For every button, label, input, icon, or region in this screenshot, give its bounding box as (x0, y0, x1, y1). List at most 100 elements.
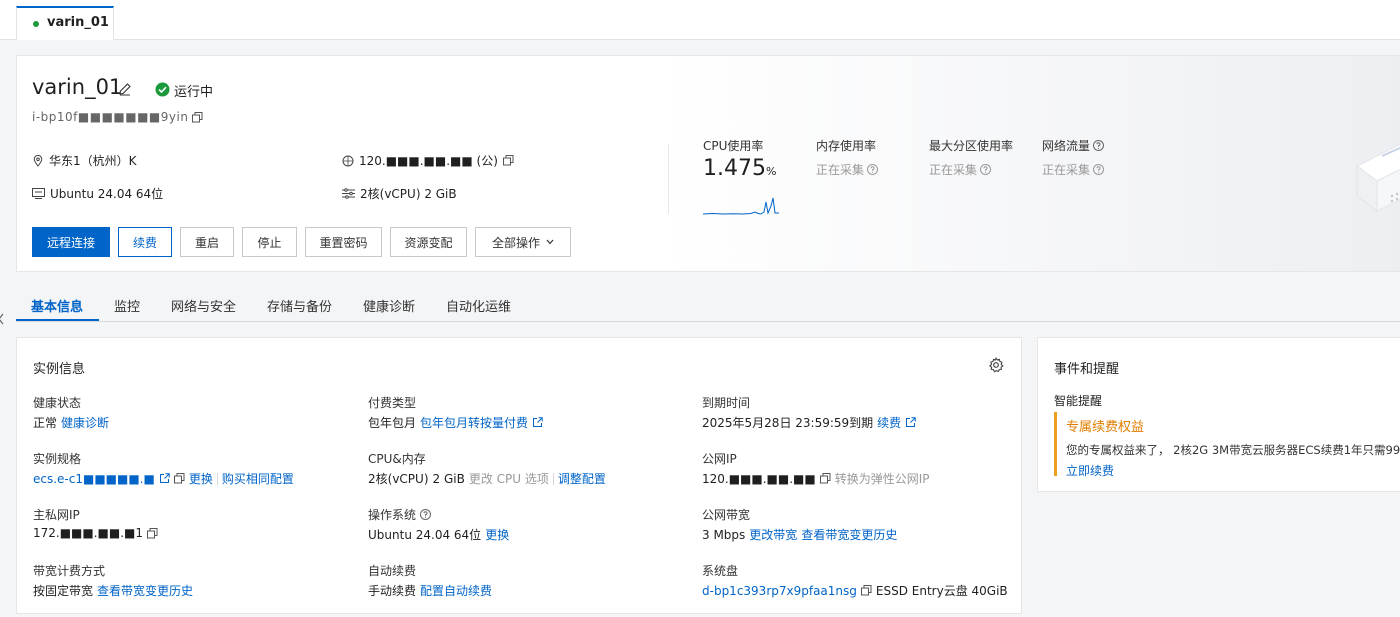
disk-usage-status-text: 正在采集 (929, 163, 978, 177)
disk-usage-status: 正在采集 (929, 161, 992, 178)
alert-title: 专属续费权益 (1066, 420, 1145, 435)
copy-icon[interactable] (173, 473, 185, 484)
network-traffic-status-text: 正在采集 (1042, 163, 1091, 177)
cpu-memory-label: CPU&内存 (368, 452, 426, 466)
network-traffic-status: 正在采集 (1042, 161, 1105, 178)
instance-spec-value: ecs.e-c1■■■■■.■ 更换 购买相同配置 (33, 470, 294, 487)
health-status-text: 正常 (33, 416, 58, 430)
adjust-config-link[interactable]: 调整配置 (558, 470, 606, 487)
disk-usage-label: 最大分区使用率 (929, 139, 1014, 153)
copy-ip-icon[interactable] (502, 155, 514, 166)
change-bandwidth-link[interactable]: 更改带宽 (749, 526, 797, 543)
memory-text: 2 GiB (432, 471, 465, 486)
private-ip-value: 172.■■■.■■.■1 (33, 526, 158, 540)
divider (216, 472, 218, 485)
system-disk-link[interactable]: d-bp1c393rp7x9pfaa1nsg (702, 584, 857, 598)
all-operations-label: 全部操作 (491, 235, 540, 250)
bandwidth-history-link[interactable]: 查看带宽变更历史 (801, 526, 897, 543)
system-disk-value: d-bp1c393rp7x9pfaa1nsg ESSD Entry云盘 40Gi… (702, 582, 1008, 599)
change-cpu-options-disabled: 更改 CPU 选项 (468, 472, 549, 486)
change-spec-button[interactable]: 资源变配 (390, 227, 467, 257)
ip-row: 120.■■■.■■.■■ (公) (342, 152, 514, 169)
spec-sliders-icon (342, 188, 355, 199)
header-divider (668, 144, 669, 214)
help-icon[interactable] (420, 509, 432, 520)
private-ip-label: 主私网IP (33, 508, 80, 522)
pay-type-text: 包年包月 (368, 416, 417, 430)
os-monitor-icon (32, 188, 45, 199)
expire-time-label: 到期时间 (702, 396, 751, 410)
ip-text: 120.■■■.■■.■■ (公) (359, 154, 498, 168)
status-text: 运行中 (174, 85, 214, 100)
copy-icon[interactable] (147, 527, 158, 539)
external-link-icon[interactable] (159, 473, 170, 484)
convert-eip-disabled: 转换为弹性公网IP (834, 472, 930, 486)
os-row: Ubuntu 24.04 64位 (32, 185, 163, 202)
stop-button[interactable]: 停止 (242, 227, 297, 257)
auto-renew-text: 手动续费 (368, 584, 417, 598)
pay-type-value: 包年包月 包年包月转按量付费 (368, 414, 543, 431)
os-label-text: 操作系统 (368, 508, 417, 522)
cpu-usage-label: CPU使用率 (703, 139, 764, 153)
chevron-down-icon (546, 239, 554, 245)
switch-to-payg-link[interactable]: 包年包月转按量付费 (420, 414, 528, 431)
public-ip-label: 公网IP (702, 452, 737, 466)
chevron-left-icon[interactable] (0, 313, 4, 325)
health-diagnosis-link[interactable]: 健康诊断 (61, 414, 109, 431)
billing-history-link[interactable]: 查看带宽变更历史 (97, 582, 193, 599)
renew-link[interactable]: 续费 (877, 414, 901, 431)
region-text: 华东1（杭州）K (49, 154, 137, 168)
location-pin-icon (32, 154, 44, 167)
tab-network-security[interactable]: 网络与安全 (171, 296, 236, 315)
help-icon[interactable] (1093, 140, 1105, 151)
network-traffic-label-text: 网络流量 (1042, 139, 1091, 153)
external-link-icon[interactable] (905, 417, 916, 428)
section-tabs: 基本信息 监控 网络与安全 存储与备份 健康诊断 自动化运维 (16, 290, 1400, 322)
tab-storage-backup[interactable]: 存储与备份 (267, 296, 332, 315)
all-operations-button[interactable]: 全部操作 (475, 227, 571, 257)
auto-renew-label: 自动续费 (368, 564, 417, 578)
alert-body: 您的专属权益来了， 2核2G 3M带宽云服务器ECS续费1年只需99元。 (1066, 443, 1400, 457)
restart-button[interactable]: 重启 (180, 227, 234, 257)
change-spec-link[interactable]: 更换 (189, 470, 213, 487)
buy-same-config-link[interactable]: 购买相同配置 (222, 470, 294, 487)
reset-password-button[interactable]: 重置密码 (305, 227, 382, 257)
tab-basic-info[interactable]: 基本信息 (31, 296, 83, 315)
edit-name-icon[interactable] (118, 82, 132, 96)
renew-now-link[interactable]: 立即续费 (1066, 462, 1114, 479)
bandwidth-label: 公网带宽 (702, 508, 751, 522)
expire-time-value: 2025年5月28日 23:59:59到期 续费 (702, 414, 916, 431)
external-link-icon[interactable] (532, 417, 543, 428)
system-disk-text: ESSD Entry云盘 40GiB (875, 584, 1008, 598)
tab-health-diagnosis[interactable]: 健康诊断 (363, 296, 415, 315)
instance-spec-link[interactable]: ecs.e-c1■■■■■.■ (33, 472, 155, 486)
tab-monitor[interactable]: 监控 (114, 296, 140, 315)
bandwidth-text: 3 Mbps (702, 527, 746, 542)
copy-icon[interactable] (819, 473, 831, 484)
renew-button[interactable]: 续费 (118, 227, 172, 257)
renewal-alert: 专属续费权益 您的专属权益来了， 2核2G 3M带宽云服务器ECS续费1年只需9… (1054, 412, 1400, 479)
spec-text: 2核(vCPU) 2 GiB (360, 187, 457, 201)
cpu-sparkline (703, 197, 779, 215)
help-icon[interactable] (1093, 164, 1105, 175)
instance-id-text: i-bp10f■■■■■■■9yin (32, 110, 189, 124)
change-os-link[interactable]: 更换 (485, 526, 509, 543)
instance-id: i-bp10f■■■■■■■9yin (32, 110, 203, 124)
config-auto-renew-link[interactable]: 配置自动续费 (420, 582, 492, 599)
smart-reminder-label: 智能提醒 (1054, 394, 1103, 408)
mem-usage-status: 正在采集 (816, 161, 879, 178)
instance-tab-label: varin_01 (47, 15, 109, 30)
server-illustration-icon (1356, 143, 1400, 212)
mem-usage-status-text: 正在采集 (816, 163, 865, 177)
instance-tab[interactable]: varin_01 (16, 6, 114, 40)
gear-icon[interactable] (988, 357, 1004, 373)
help-icon[interactable] (980, 164, 992, 175)
help-icon[interactable] (867, 164, 879, 175)
cpu-usage-number: 1.475 (703, 156, 766, 181)
copy-icon[interactable] (860, 585, 872, 596)
system-disk-label: 系统盘 (702, 564, 739, 578)
tab-automation-ops[interactable]: 自动化运维 (446, 296, 511, 315)
instance-info-card: 实例信息 健康状态 正常 健康诊断 付费类型 包年包月 包年包月转按量付费 到期… (16, 337, 1022, 614)
remote-connect-button[interactable]: 远程连接 (32, 227, 110, 257)
copy-icon[interactable] (192, 111, 203, 123)
